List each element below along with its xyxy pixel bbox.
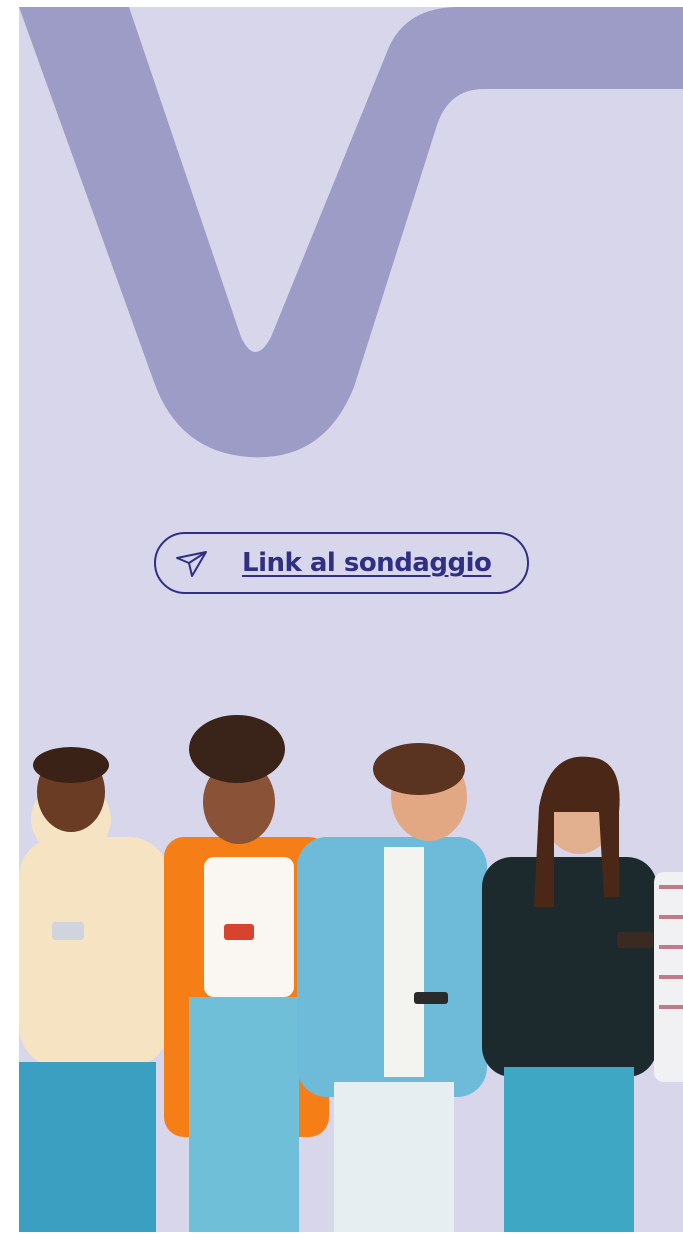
survey-link-button[interactable]: Link al sondaggio <box>154 532 529 594</box>
person-4 <box>482 756 657 1232</box>
hero-people-image <box>19 715 683 1232</box>
brand-logo-mark <box>19 7 683 458</box>
person-5 <box>654 872 683 1082</box>
survey-link-label: Link al sondaggio <box>242 548 492 578</box>
landing-panel: Link al sondaggio <box>19 7 683 1232</box>
send-icon <box>176 551 207 577</box>
person-3 <box>297 743 487 1232</box>
person-1 <box>19 747 169 1232</box>
